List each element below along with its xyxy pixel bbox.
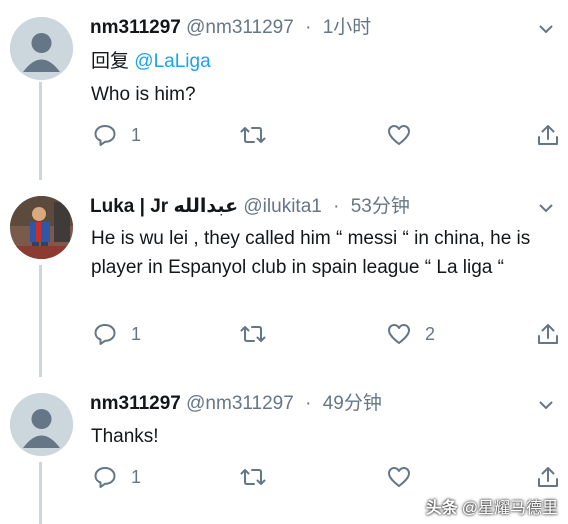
reply-count: 1 — [131, 466, 142, 487]
mention-link[interactable]: @LaLiga — [134, 51, 210, 72]
heart-icon — [388, 467, 410, 487]
reply-button[interactable]: 1 — [93, 319, 141, 349]
user-handle[interactable]: @nm311297 — [186, 17, 294, 38]
chevron-down-icon[interactable] — [538, 21, 554, 37]
chevron-down-icon[interactable] — [538, 200, 554, 216]
retweet-button[interactable] — [240, 462, 280, 492]
share-icon — [538, 467, 558, 487]
like-button[interactable] — [387, 462, 425, 492]
share-button[interactable] — [536, 462, 560, 492]
separator-dot: · — [305, 17, 312, 38]
retweet-icon — [240, 127, 266, 143]
avatar-photo[interactable] — [10, 196, 73, 259]
timestamp[interactable]: 53分钟 — [351, 196, 410, 217]
avatar-default[interactable] — [10, 393, 73, 456]
timestamp[interactable]: 1小时 — [323, 17, 372, 38]
share-icon — [538, 324, 558, 344]
tweet-header: nm311297 @nm311297 · 1小时 — [90, 16, 371, 40]
tweet-header: nm311297 @nm311297 · 49分钟 — [90, 392, 382, 416]
reply-button[interactable]: 1 — [93, 120, 141, 150]
reply-label: 回复 — [91, 51, 130, 72]
tweet-header: Luka | Jr عبدالله @ilukita1 · 53分钟 — [90, 195, 410, 219]
share-button[interactable] — [536, 120, 560, 150]
user-handle[interactable]: @ilukita1 — [243, 196, 321, 217]
watermark-author: @星耀马德里 — [461, 500, 558, 517]
reply-count: 1 — [131, 323, 142, 344]
default-avatar-icon — [10, 393, 73, 456]
tweet-actions: 1 — [0, 120, 568, 150]
like-button[interactable] — [387, 120, 425, 150]
reply-icon — [94, 125, 116, 146]
retweet-button[interactable] — [240, 120, 280, 150]
avatar-default[interactable] — [10, 17, 73, 80]
separator-dot: · — [333, 196, 340, 217]
user-name[interactable]: Luka | Jr عبدالله — [90, 196, 238, 217]
tweet-text: He is wu lei , they called him “ messi “… — [91, 228, 531, 278]
retweet-icon — [240, 326, 266, 342]
retweet-button[interactable] — [240, 319, 280, 349]
tweet-text: Who is him? — [91, 84, 196, 105]
tweet-text: Thanks! — [91, 426, 159, 447]
reply-to-line: 回复 @LaLiga — [91, 50, 211, 74]
watermark: 头条 @星耀马德里 — [426, 494, 558, 518]
heart-icon — [388, 125, 410, 145]
share-icon — [538, 125, 558, 145]
watermark-prefix: 头条 — [425, 500, 458, 517]
reply-icon — [94, 324, 116, 345]
timestamp[interactable]: 49分钟 — [323, 393, 382, 414]
like-count: 2 — [425, 323, 436, 344]
reply-icon — [94, 467, 116, 488]
user-name[interactable]: nm311297 — [90, 17, 181, 38]
separator-dot: · — [305, 393, 312, 414]
tweet-actions: 1 — [0, 462, 568, 492]
reply-button[interactable]: 1 — [93, 462, 141, 492]
user-name[interactable]: nm311297 — [90, 393, 181, 414]
user-photo-icon — [10, 196, 73, 259]
share-button[interactable] — [536, 319, 560, 349]
tweet-actions: 1 2 — [0, 319, 568, 349]
chevron-down-icon[interactable] — [538, 397, 554, 413]
user-handle[interactable]: @nm311297 — [186, 393, 294, 414]
like-button[interactable]: 2 — [387, 319, 435, 349]
retweet-icon — [240, 469, 266, 485]
reply-count: 1 — [131, 124, 142, 145]
heart-icon — [388, 324, 410, 344]
default-avatar-icon — [10, 17, 73, 80]
